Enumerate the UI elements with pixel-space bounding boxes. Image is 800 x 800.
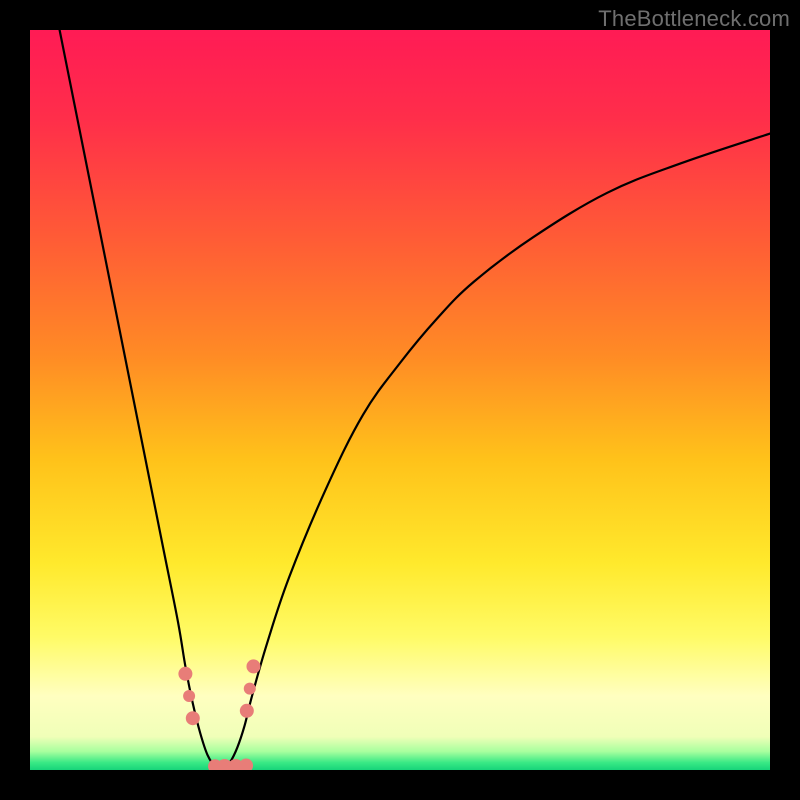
watermark-text: TheBottleneck.com <box>598 6 790 32</box>
data-marker <box>246 659 260 673</box>
chart-svg <box>30 30 770 770</box>
data-marker <box>240 704 254 718</box>
marker-group <box>178 659 260 770</box>
data-marker <box>186 711 200 725</box>
plot-area <box>30 30 770 770</box>
left-curve <box>60 30 223 770</box>
right-curve <box>222 134 770 770</box>
data-marker <box>183 690 195 702</box>
chart-frame: TheBottleneck.com <box>0 0 800 800</box>
data-marker <box>178 667 192 681</box>
data-marker <box>239 759 253 770</box>
data-marker <box>244 683 256 695</box>
